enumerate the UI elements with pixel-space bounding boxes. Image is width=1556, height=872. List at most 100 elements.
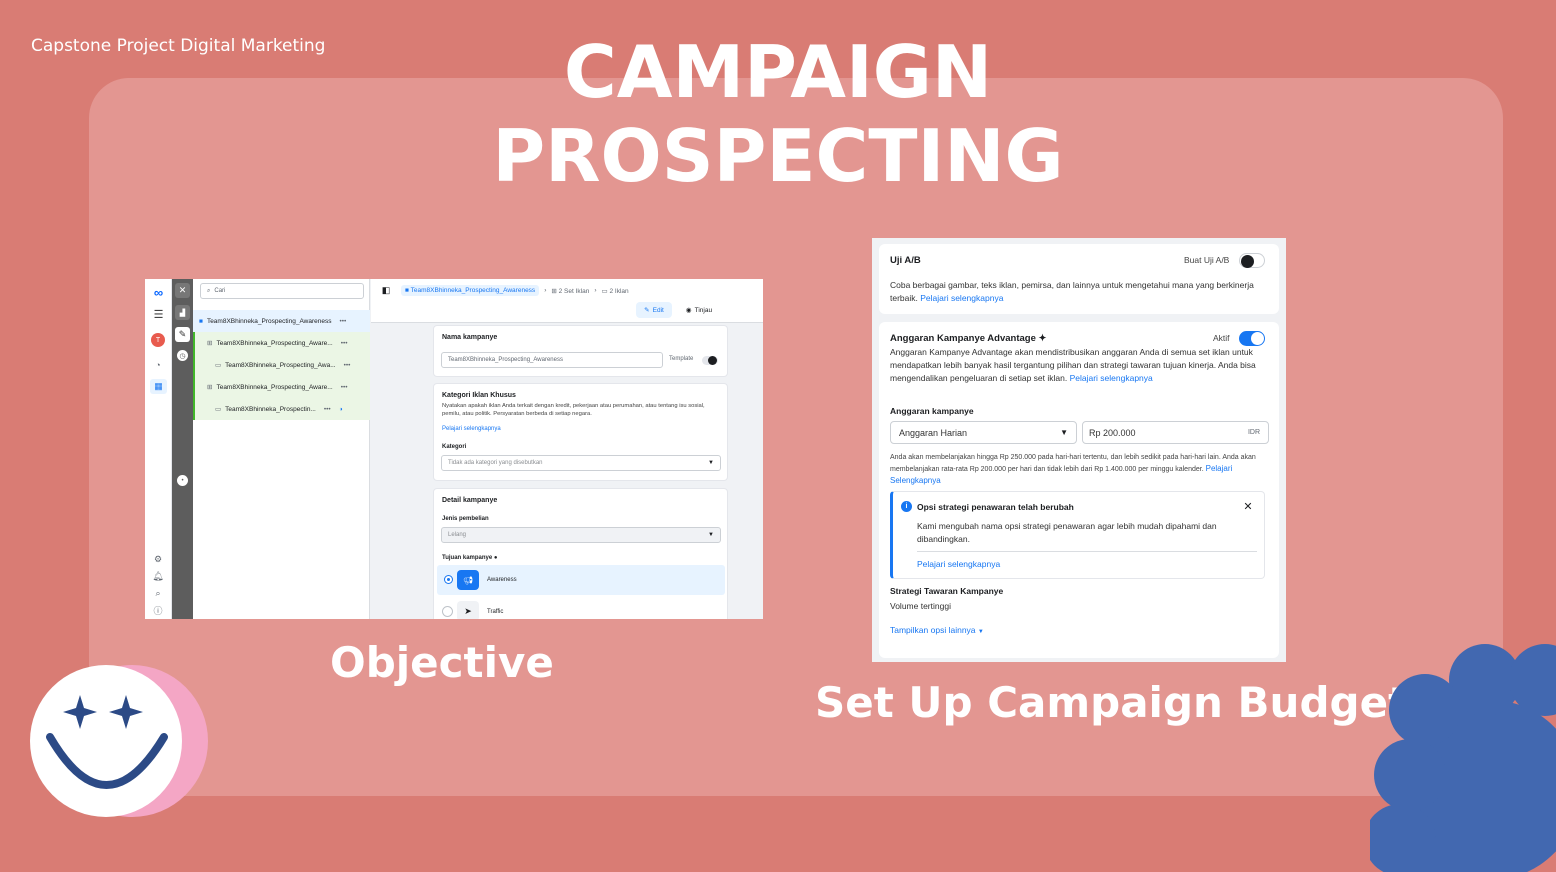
- radio-selected[interactable]: [445, 576, 452, 583]
- option-label: Awareness: [487, 577, 517, 583]
- menu-icon[interactable]: ☰: [151, 308, 166, 321]
- meta-logo-icon: ∞: [153, 285, 164, 300]
- more-icon[interactable]: •••: [341, 340, 348, 347]
- tool-strip: ✕ ▟ ✎ ◷ •: [172, 279, 193, 619]
- strategy-label: Strategi Tawaran Kampanye: [890, 586, 1004, 596]
- title-line-1: CAMPAIGN: [563, 30, 993, 114]
- title-line-2: PROSPECTING: [492, 114, 1064, 198]
- ab-learn-more-link[interactable]: Pelajari selengkapnya: [920, 293, 1003, 303]
- search-input[interactable]: ⌕ Cari: [200, 283, 364, 299]
- currency-label: IDR: [1247, 429, 1260, 436]
- caret-down-icon: ▼: [708, 532, 714, 538]
- budget-type-select[interactable]: Anggaran Harian ▼: [890, 421, 1077, 444]
- caption-budget: Set Up Campaign Budget: [815, 678, 1409, 727]
- objective-option-awareness[interactable]: 📢︎ Awareness: [437, 565, 725, 595]
- grid-icon: ⊞: [207, 340, 213, 347]
- category-select[interactable]: Tidak ada kategori yang disebutkan ▼: [441, 455, 721, 471]
- clock-icon[interactable]: ◷: [177, 350, 188, 361]
- advantage-toggle[interactable]: [1239, 331, 1265, 346]
- tree-item-label: Team8XBhinneka_Prospecting_Awa...: [225, 361, 336, 369]
- table-icon[interactable]: ▦: [150, 379, 167, 394]
- caption-objective: Objective: [330, 638, 554, 687]
- budget-note: Anda akan membelanjakan hingga Rp 250.00…: [890, 452, 1270, 487]
- tree-item-campaign[interactable]: ■ Team8XBhinneka_Prospecting_Awareness •…: [193, 310, 370, 332]
- ab-toggle[interactable]: [1239, 253, 1265, 268]
- flower-decoration: [1364, 640, 1556, 872]
- bell-icon[interactable]: 🔔︎: [151, 570, 165, 582]
- special-category-description: Nyatakan apakah iklan Anda terkait denga…: [442, 403, 705, 417]
- info-dot-icon[interactable]: •: [177, 475, 188, 486]
- caret-down-icon: ▼: [977, 629, 984, 635]
- bid-strategy-notice: i Opsi strategi penawaran telah berubah …: [890, 491, 1265, 579]
- chart-icon[interactable]: ▟: [175, 305, 190, 320]
- ab-toggle-label: Buat Uji A/B: [1184, 255, 1230, 265]
- cursor-icon: ➤: [457, 601, 479, 619]
- close-icon[interactable]: ✕: [175, 283, 190, 298]
- info-icon: i: [901, 501, 912, 512]
- campaign-name-input[interactable]: Team8XBhinneka_Prospecting_Awareness: [441, 352, 663, 368]
- template-toggle[interactable]: [702, 356, 718, 365]
- more-icon[interactable]: •••: [344, 362, 351, 369]
- template-label: Template: [669, 356, 694, 362]
- learn-more-link[interactable]: Pelajari selengkapnya: [442, 426, 501, 432]
- breadcrumb: ◧ ■ Team8XBhinneka_Prospecting_Awareness…: [371, 279, 763, 323]
- info-icon: ●: [493, 555, 498, 561]
- breadcrumb-adsets-label: 2 Set Iklan: [558, 287, 590, 295]
- budget-type-value: Anggaran Harian: [899, 427, 968, 438]
- tree-item-label: Team8XBhinneka_Prospecting_Aware...: [216, 339, 333, 347]
- edit-label: Edit: [652, 306, 664, 314]
- notice-title: Opsi strategi penawaran telah berubah: [917, 502, 1074, 512]
- budget-label: Anggaran kampanye: [890, 406, 974, 416]
- pencil-icon[interactable]: ✎: [175, 327, 190, 342]
- more-icon[interactable]: •••: [339, 318, 346, 325]
- caret-down-icon: ▼: [708, 460, 714, 466]
- show-more-options[interactable]: Tampilkan opsi lainnya ▼: [890, 625, 984, 635]
- notice-link[interactable]: Pelajari selengkapnya: [917, 559, 1000, 569]
- gauge-icon[interactable]: ◔: [151, 359, 165, 371]
- left-rail: ∞ ☰ T ◔ ▦ ⚙ 🔔︎ ⌕ ⓘ: [145, 279, 172, 619]
- breadcrumb-ads[interactable]: ▭ 2 Iklan: [602, 287, 629, 295]
- tree-item-ad-2[interactable]: ▭ Team8XBhinneka_Prospectin... ••• ◑: [193, 398, 370, 420]
- ad-icon: ▭: [215, 406, 222, 413]
- ab-title: Uji A/B: [890, 255, 921, 266]
- caret-down-icon: ▼: [1060, 428, 1068, 437]
- objective-screenshot: ∞ ☰ T ◔ ▦ ⚙ 🔔︎ ⌕ ⓘ ✕ ▟ ✎ ◷ • ⌕ Cari ■ Te…: [145, 279, 763, 619]
- tree-item-adset-1[interactable]: ⊞ Team8XBhinneka_Prospecting_Aware... ••…: [193, 332, 370, 354]
- search-icon: ⌕: [207, 287, 211, 294]
- edit-button[interactable]: ✎ Edit: [636, 302, 672, 318]
- advantage-title: Anggaran Kampanye Advantage ✦: [890, 333, 1047, 344]
- megaphone-icon: 📢︎: [457, 570, 479, 590]
- tree-item-ad-1[interactable]: ▭ Team8XBhinneka_Prospecting_Awa... •••: [193, 354, 370, 376]
- chevron-right-icon: ›: [544, 287, 547, 294]
- pencil-icon: ✎: [644, 307, 650, 314]
- half-circle-icon: ◑: [338, 405, 343, 413]
- breadcrumb-campaign[interactable]: ■ Team8XBhinneka_Prospecting_Awareness: [401, 285, 540, 296]
- special-category-card: Kategori Iklan Khusus Nyatakan apakah ik…: [433, 383, 728, 481]
- ab-description: Coba berbagai gambar, teks iklan, pemirs…: [890, 279, 1260, 305]
- review-label: Tinjau: [694, 306, 713, 314]
- ad-icon: ▭: [215, 362, 222, 369]
- editor-pane: ◧ ■ Team8XBhinneka_Prospecting_Awareness…: [371, 279, 763, 619]
- tree-item-label: Team8XBhinneka_Prospectin...: [225, 405, 316, 413]
- search-icon[interactable]: ⌕: [151, 587, 165, 599]
- sparkle-icon: ✦: [1038, 333, 1047, 344]
- strategy-value: Volume tertinggi: [890, 601, 951, 611]
- more-icon[interactable]: •••: [341, 384, 348, 391]
- tree-item-adset-2[interactable]: ⊞ Team8XBhinneka_Prospecting_Aware... ••…: [193, 376, 370, 398]
- breadcrumb-campaign-label: Team8XBhinneka_Prospecting_Awareness: [410, 287, 536, 294]
- panel-icon[interactable]: ◧: [380, 284, 392, 296]
- more-icon[interactable]: •••: [324, 406, 331, 413]
- objective-option-traffic[interactable]: ➤ Traffic: [437, 599, 725, 619]
- radio-unselected[interactable]: [442, 606, 453, 617]
- close-icon[interactable]: ✕: [1241, 499, 1255, 513]
- breadcrumb-adsets[interactable]: ⊞ 2 Set Iklan: [551, 287, 589, 295]
- help-icon[interactable]: ⓘ: [151, 604, 165, 616]
- gear-icon[interactable]: ⚙: [151, 553, 165, 565]
- campaign-tree: ⌕ Cari ■ Team8XBhinneka_Prospecting_Awar…: [193, 279, 370, 619]
- advantage-learn-more-link[interactable]: Pelajari selengkapnya: [1070, 373, 1153, 383]
- budget-amount-input[interactable]: Rp 200.000 IDR: [1082, 421, 1269, 444]
- avatar[interactable]: T: [151, 333, 165, 347]
- objective-label-text: Tujuan kampanye: [442, 555, 493, 561]
- review-button[interactable]: ◉ Tinjau: [679, 302, 719, 318]
- buy-type-select[interactable]: Lelang ▼: [441, 527, 721, 543]
